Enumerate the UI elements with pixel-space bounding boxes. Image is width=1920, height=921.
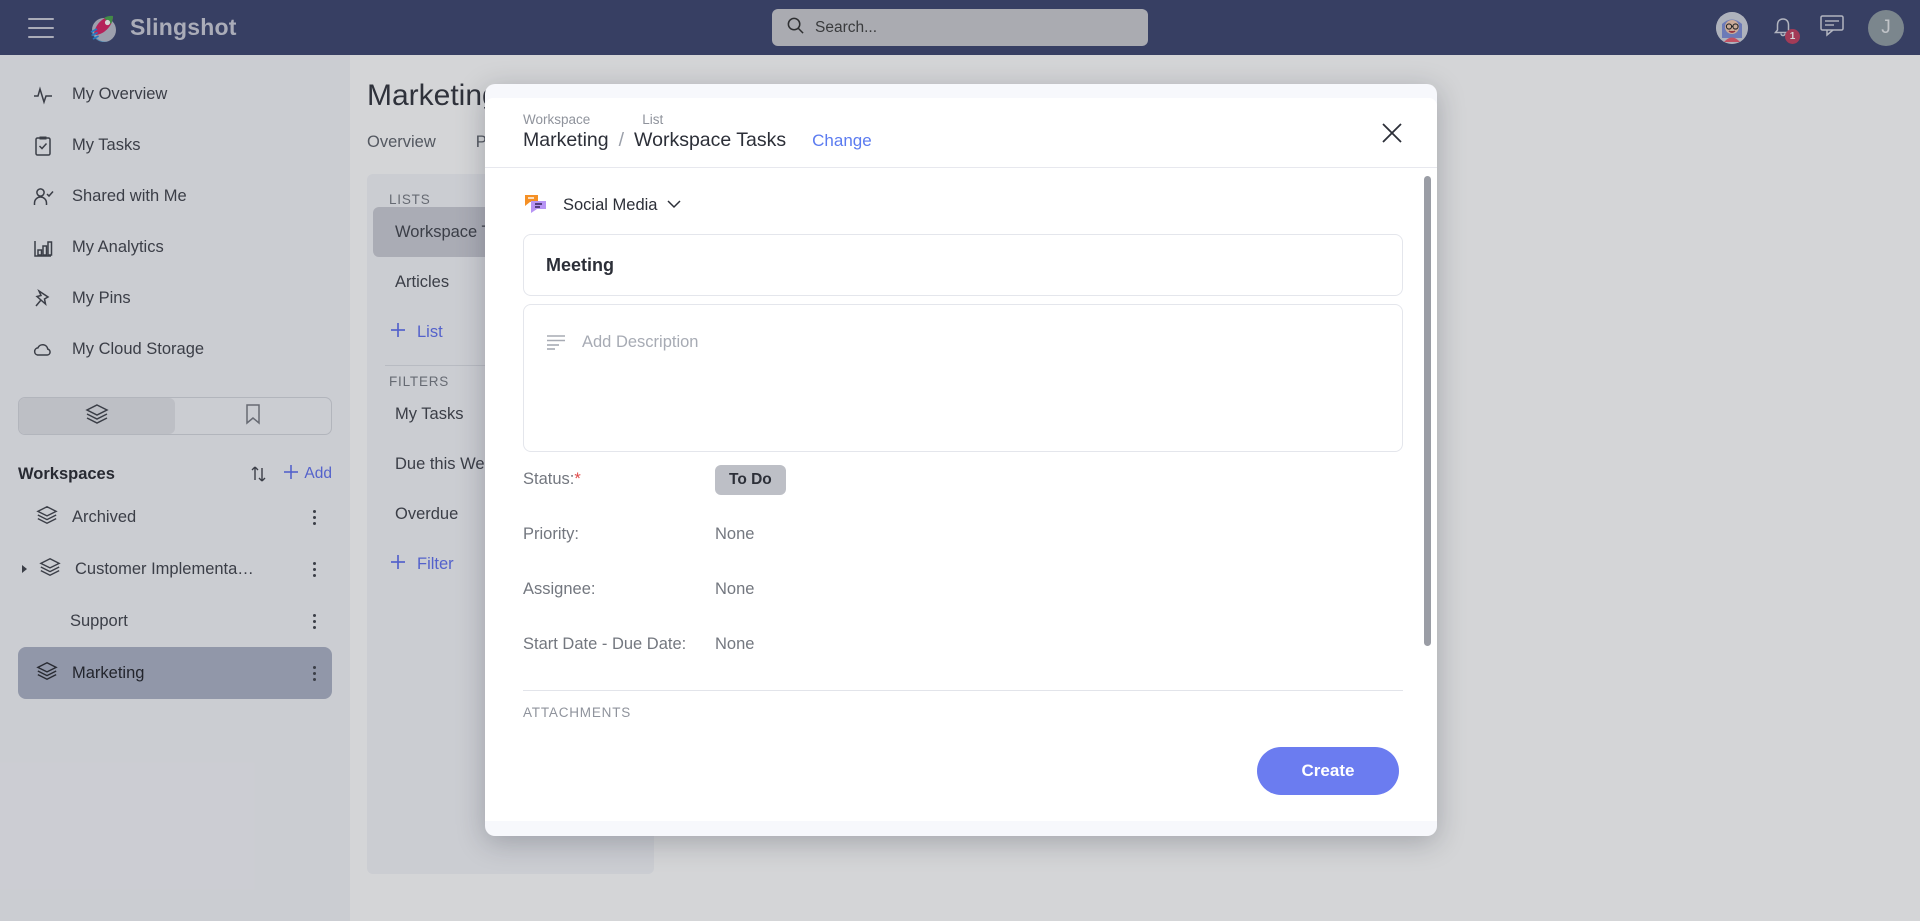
modal-header: Workspace List Marketing / Workspace Tas… [485,98,1437,168]
task-title-input[interactable]: Meeting [523,234,1403,296]
description-placeholder: Add Description [582,333,699,351]
list-caption: List [642,112,664,127]
breadcrumb-workspace[interactable]: Marketing [523,129,609,152]
breadcrumb: Marketing / Workspace Tasks Change [523,129,1437,152]
section-divider [523,690,1403,691]
list-selector-label: Social Media [563,195,658,214]
breadcrumb-list[interactable]: Workspace Tasks [634,129,786,152]
status-badge[interactable]: To Do [715,464,786,495]
modal-body: Social Media Meeting Add Description Sta… [485,168,1437,721]
task-description-input[interactable]: Add Description [523,304,1403,452]
modal-footer: Create [485,721,1437,821]
modal-scrollbar-thumb[interactable] [1424,176,1431,646]
property-label: Status:* [523,470,581,488]
property-value[interactable]: None [715,525,754,544]
social-media-icon [523,192,553,218]
close-icon[interactable] [1379,120,1405,146]
property-status: Status:* To Do [523,452,1403,507]
property-label: Priority: [523,525,579,543]
property-priority: Priority: None [523,507,1403,562]
create-task-modal: Workspace List Marketing / Workspace Tas… [485,84,1437,836]
property-value[interactable]: None [715,635,754,654]
breadcrumb-captions: Workspace List [523,112,1437,127]
property-label: Assignee: [523,580,596,598]
required-star: * [574,470,581,488]
create-button[interactable]: Create [1257,747,1399,795]
workspace-caption: Workspace [523,112,591,127]
attachments-label: ATTACHMENTS [523,705,632,720]
modal-scrollbar[interactable] [1424,176,1431,713]
property-label: Start Date - Due Date: [523,635,687,653]
property-assignee: Assignee: None [523,562,1403,617]
list-selector[interactable]: Social Media [523,192,1403,218]
property-dates: Start Date - Due Date: None [523,617,1403,672]
app-root: Slingshot Search... 1 J My Overview My T… [0,0,1920,921]
property-value[interactable]: None [715,580,754,599]
chevron-down-icon [667,196,681,214]
breadcrumb-separator: / [618,129,625,151]
text-lines-icon [546,333,566,451]
change-link[interactable]: Change [812,131,872,151]
